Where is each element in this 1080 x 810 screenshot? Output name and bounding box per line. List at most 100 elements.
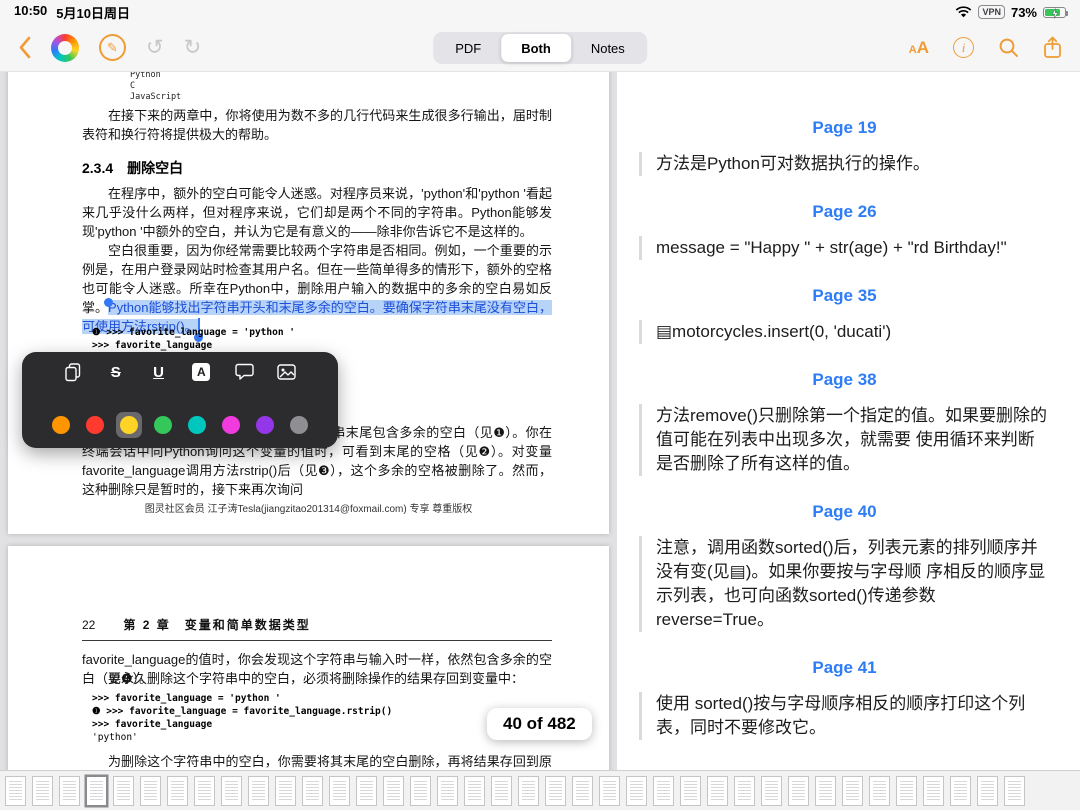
page-thumbnail[interactable] — [437, 775, 458, 806]
color-dot — [154, 416, 172, 434]
text-size-button[interactable]: AA — [909, 38, 929, 58]
color-swatch-3[interactable] — [150, 412, 176, 438]
pdf-pane[interactable]: Python C JavaScript 在接下来的两章中，你将使用为数不多的几行代码… — [0, 72, 617, 770]
page-thumbnail[interactable] — [680, 775, 701, 806]
color-swatch-2[interactable] — [116, 412, 142, 438]
note-item[interactable]: 使用 sorted()按与字母顺序相反的顺序打印这个列表，同时不要修改它。 — [639, 692, 1050, 740]
page-thumbnail[interactable] — [869, 775, 890, 806]
page-thumbnail[interactable] — [5, 775, 26, 806]
page-thumbnail[interactable] — [923, 775, 944, 806]
page-thumbnail[interactable] — [518, 775, 539, 806]
page-thumbnail[interactable] — [221, 775, 242, 806]
share-icon[interactable] — [1043, 36, 1062, 59]
code-line: 'python' — [92, 732, 138, 743]
page-thumbnail[interactable] — [248, 775, 269, 806]
page-thumbnail[interactable] — [599, 775, 620, 806]
note-group: Page 26 message = "Happy " + str(age) + "… — [639, 202, 1050, 260]
page-thumbnail[interactable] — [572, 775, 593, 806]
page-thumbnail[interactable] — [356, 775, 377, 806]
color-swatch-0[interactable] — [48, 412, 74, 438]
page-thumbnail[interactable] — [653, 775, 674, 806]
page-thumbnail[interactable] — [275, 775, 296, 806]
page-thumbnail[interactable] — [761, 775, 782, 806]
page-thumbnail[interactable] — [734, 775, 755, 806]
page-thumbnail[interactable] — [896, 775, 917, 806]
page-thumbnail[interactable] — [707, 775, 728, 806]
page-thumbnail[interactable] — [59, 775, 80, 806]
page-thumbnail[interactable] — [167, 775, 188, 806]
image-icon[interactable] — [276, 362, 298, 382]
highlight-style-icon[interactable]: A — [190, 362, 212, 382]
color-swatch-6[interactable] — [252, 412, 278, 438]
page-indicator: 40 of 482 — [487, 708, 592, 740]
comment-icon[interactable] — [233, 362, 255, 382]
note-group: Page 35 ▤motorcycles.insert(0, 'ducati') — [639, 286, 1050, 344]
color-settings-icon[interactable] — [51, 33, 79, 62]
note-item[interactable]: message = "Happy " + str(age) + "rd Birt… — [639, 236, 1050, 260]
page2-chapter-title: 第 2 章 变量和简单数据类型 — [123, 618, 311, 632]
page-thumbnail[interactable] — [788, 775, 809, 806]
paragraph: 为删除这个字符串中的空白，你需要将其末尾的空白删除，再将结果存回到原来的变量中（… — [108, 754, 552, 769]
underline-icon[interactable]: U — [148, 362, 170, 382]
page-thumbnail[interactable] — [302, 775, 323, 806]
pen-tool-icon[interactable]: ✎ — [99, 34, 126, 61]
note-page-header: Page 26 — [812, 202, 877, 221]
info-icon[interactable]: i — [953, 37, 974, 58]
page-thumbnail[interactable] — [140, 775, 161, 806]
page-thumbnail[interactable] — [194, 775, 215, 806]
note-page-header: Page 38 — [812, 370, 877, 389]
color-swatch-5[interactable] — [218, 412, 244, 438]
back-icon[interactable] — [18, 36, 31, 59]
note-group: Page 40 注意，调用函数sorted()后，列表元素的排列顺序并没有变(见▤… — [639, 502, 1050, 632]
note-item[interactable]: 方法remove()只删除第一个指定的值。如果要删除的值可能在列表中出现多次，就… — [639, 404, 1050, 476]
search-icon[interactable] — [998, 37, 1019, 58]
page-thumbnail[interactable] — [626, 775, 647, 806]
date: 5月10日周日 — [56, 5, 130, 21]
note-page-header: Page 35 — [812, 286, 877, 305]
page-thumbnail-strip[interactable] — [0, 770, 1080, 810]
vpn-badge: VPN — [978, 5, 1005, 19]
redo-icon[interactable]: ↻ — [184, 37, 202, 58]
battery-percent: 73% — [1010, 4, 1037, 20]
note-item[interactable]: 注意，调用函数sorted()后，列表元素的排列顺序并没有变(见▤)。如果你要按… — [639, 536, 1050, 632]
view-mode-segmented-control: PDF Both Notes — [433, 32, 647, 64]
page-thumbnail[interactable] — [113, 775, 134, 806]
page-thumbnail[interactable] — [410, 775, 431, 806]
copy-icon[interactable] — [62, 362, 84, 382]
code-line: C — [130, 81, 136, 91]
color-swatch-1[interactable] — [82, 412, 108, 438]
paragraph: 在接下来的两章中，你将使用为数不多的几行代码来生成很多行输出，届时制表符和换行符… — [82, 108, 552, 142]
segment-notes[interactable]: Notes — [571, 34, 645, 62]
strikethrough-icon[interactable]: S — [105, 362, 127, 382]
page-thumbnail[interactable] — [383, 775, 404, 806]
page-thumbnail[interactable] — [329, 775, 350, 806]
page-thumbnail[interactable] — [32, 775, 53, 806]
note-item[interactable]: ▤motorcycles.insert(0, 'ducati') — [639, 320, 1050, 344]
color-dot — [188, 416, 206, 434]
section-heading: 2.3.4 删除空白 — [82, 160, 184, 176]
color-dot — [120, 416, 138, 434]
page2-number: 22 — [82, 618, 96, 632]
page-thumbnail[interactable] — [950, 775, 971, 806]
segment-pdf[interactable]: PDF — [435, 34, 501, 62]
segment-both[interactable]: Both — [501, 34, 571, 62]
page-thumbnail[interactable] — [1004, 775, 1025, 806]
color-swatch-7[interactable] — [286, 412, 312, 438]
code-line: Python — [130, 72, 161, 80]
page-thumbnail[interactable] — [545, 775, 566, 806]
page-thumbnail[interactable] — [86, 775, 107, 806]
page-thumbnail[interactable] — [842, 775, 863, 806]
color-dot — [52, 416, 70, 434]
color-dot — [86, 416, 104, 434]
code-line: JavaScript — [130, 92, 182, 102]
page-thumbnail[interactable] — [491, 775, 512, 806]
page-thumbnail[interactable] — [464, 775, 485, 806]
undo-icon[interactable]: ↺ — [146, 37, 164, 58]
notes-pane[interactable]: Page 19 方法是Python可对数据执行的操作。 Page 26 message… — [617, 72, 1080, 770]
color-swatch-4[interactable] — [184, 412, 210, 438]
page-thumbnail[interactable] — [815, 775, 836, 806]
note-page-header: Page 19 — [812, 118, 877, 137]
paragraph: 要永久删除这个字符串中的空白，必须将删除操作的结果存回到变量中： — [108, 671, 525, 686]
note-item[interactable]: 方法是Python可对数据执行的操作。 — [639, 152, 1050, 176]
page-thumbnail[interactable] — [977, 775, 998, 806]
